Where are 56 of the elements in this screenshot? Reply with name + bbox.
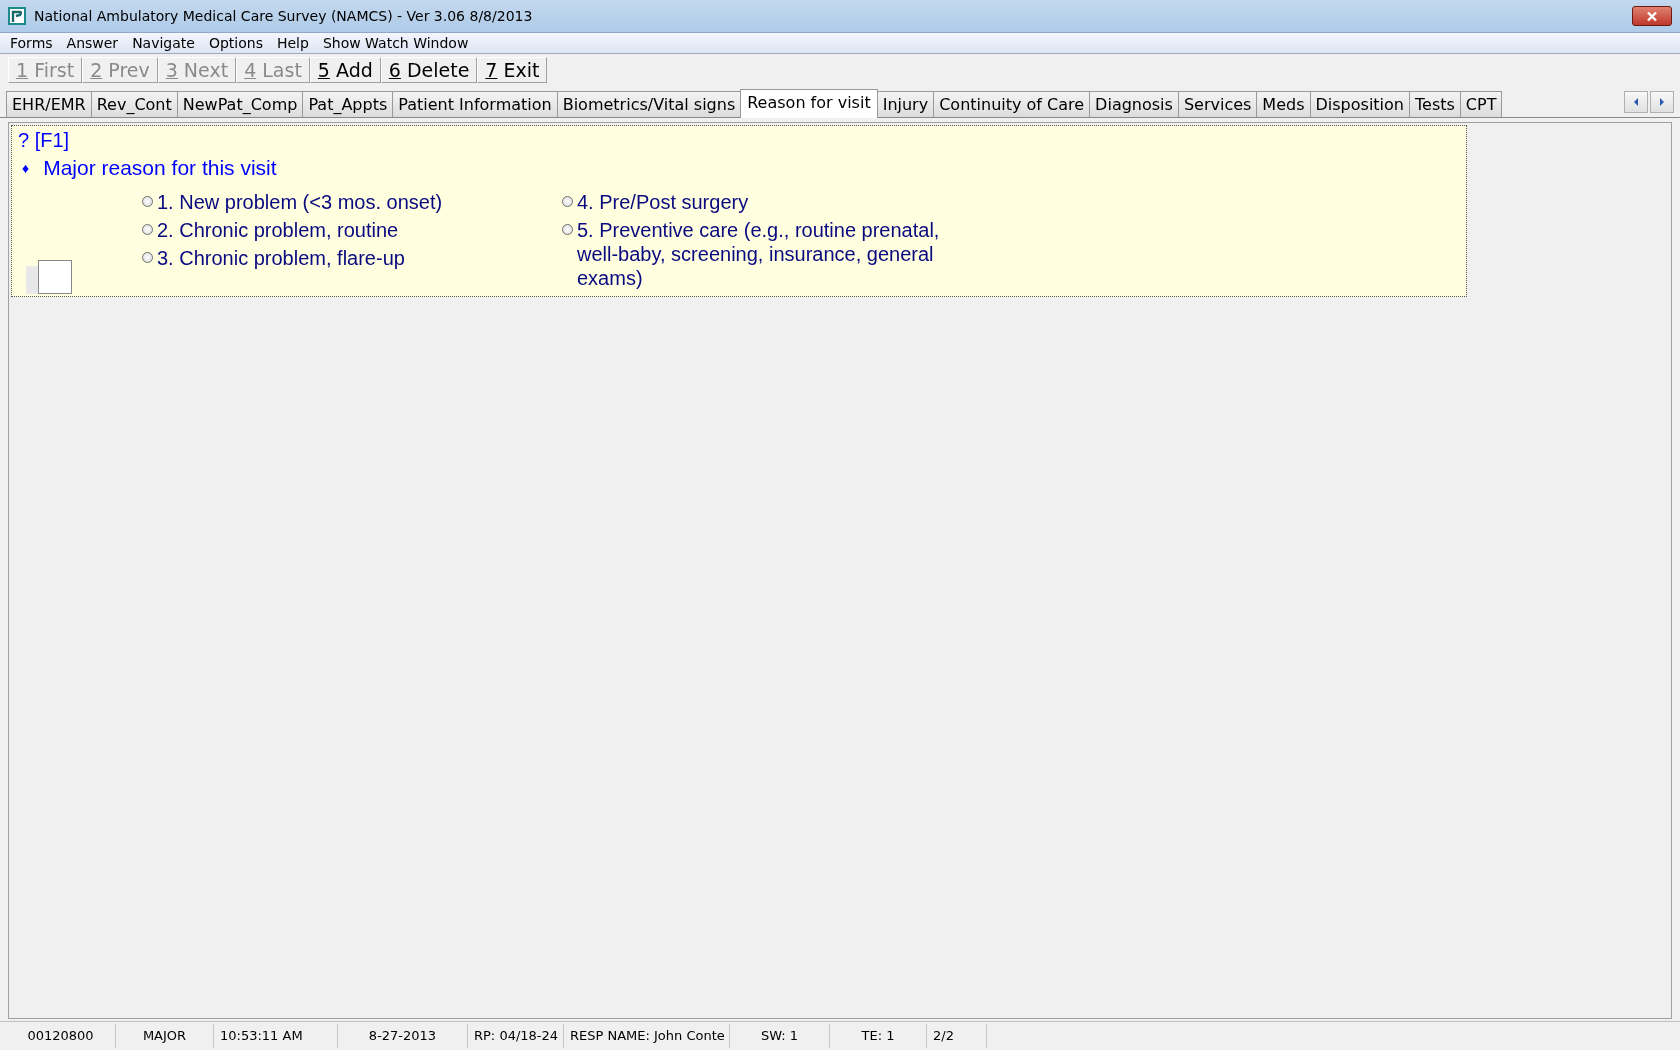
option-label[interactable]: 2. Chronic problem, routine (157, 218, 399, 242)
radio-button[interactable] (142, 196, 153, 207)
bullet-icon: ♦ (22, 160, 30, 176)
tab[interactable]: Biometrics/Vital signs (556, 91, 742, 117)
left-arrow-icon (1633, 98, 1639, 106)
menu-item[interactable]: Answer (66, 35, 119, 51)
tab[interactable]: Disposition (1309, 91, 1410, 117)
tab[interactable]: Tests (1409, 91, 1461, 117)
menu-item[interactable]: Help (276, 35, 309, 51)
option-label[interactable]: 3. Chronic problem, flare-up (157, 246, 405, 270)
tab[interactable]: Services (1177, 91, 1258, 117)
window-title: National Ambulatory Medical Care Survey (NAMCS) - Ver 3.06 8/8/2013 (34, 8, 534, 24)
answer-field[interactable] (38, 260, 72, 294)
menu-item[interactable]: Navigate (132, 35, 195, 51)
close-icon (1646, 10, 1658, 22)
option-label[interactable]: 1. New problem (<3 mos. onset) (157, 190, 443, 214)
scroll-right-button[interactable] (1650, 91, 1674, 113)
tab[interactable]: Rev_Cont (90, 91, 178, 117)
tab[interactable]: EHR/EMR (6, 91, 92, 117)
status-cell: TE: 1 (830, 1024, 927, 1048)
tab[interactable]: CPT (1459, 91, 1503, 117)
menu-item[interactable]: Forms (10, 35, 53, 51)
toolbar-button[interactable]: 7 Exit (477, 57, 548, 83)
radio-button[interactable] (142, 252, 153, 263)
tab[interactable]: Continuity of Care (933, 91, 1091, 117)
menu-item[interactable]: Show Watch Window (322, 35, 469, 51)
scroll-left-button[interactable] (1624, 91, 1648, 113)
radio-button[interactable] (562, 196, 573, 207)
tab[interactable]: Reason for visit (740, 89, 878, 118)
radio-button[interactable] (562, 224, 573, 235)
tab[interactable]: Injury (876, 91, 935, 117)
close-button[interactable] (1632, 6, 1672, 26)
help-link[interactable]: ? [F1] (18, 129, 70, 152)
status-cell: 2/2 (927, 1024, 987, 1048)
toolbar-button[interactable]: 5 Add (309, 57, 381, 83)
radio-button[interactable] (142, 224, 153, 235)
option-label[interactable]: 4. Pre/Post surgery (577, 190, 749, 214)
field-stub (26, 266, 38, 294)
option-label[interactable]: 5. Preventive care (e.g., routine prenatal, well-baby, screening, insurance, general exams) (577, 218, 947, 290)
toolbar-button[interactable]: 6 Delete (380, 57, 478, 83)
status-cell: 00120800 (6, 1024, 116, 1048)
tab[interactable]: Meds (1256, 91, 1311, 117)
status-cell: RESP NAME: John Conte (564, 1024, 730, 1048)
menu-item[interactable]: Options (208, 35, 263, 51)
tab[interactable]: Pat_Appts (302, 91, 394, 117)
tab[interactable]: Patient Information (392, 91, 558, 117)
right-arrow-icon (1659, 98, 1665, 106)
tab[interactable]: NewPat_Comp (176, 91, 304, 117)
status-cell: 10:53:11 AM (214, 1024, 338, 1048)
app-logo-icon (8, 7, 26, 25)
tab[interactable]: Diagnosis (1089, 91, 1179, 117)
status-cell: SW: 1 (730, 1024, 830, 1048)
question-text: Major reason for this visit (43, 156, 277, 180)
status-cell: RP: 04/18-24 (468, 1024, 564, 1048)
status-cell: MAJOR (116, 1024, 214, 1048)
status-cell: 8-27-2013 (338, 1024, 468, 1048)
